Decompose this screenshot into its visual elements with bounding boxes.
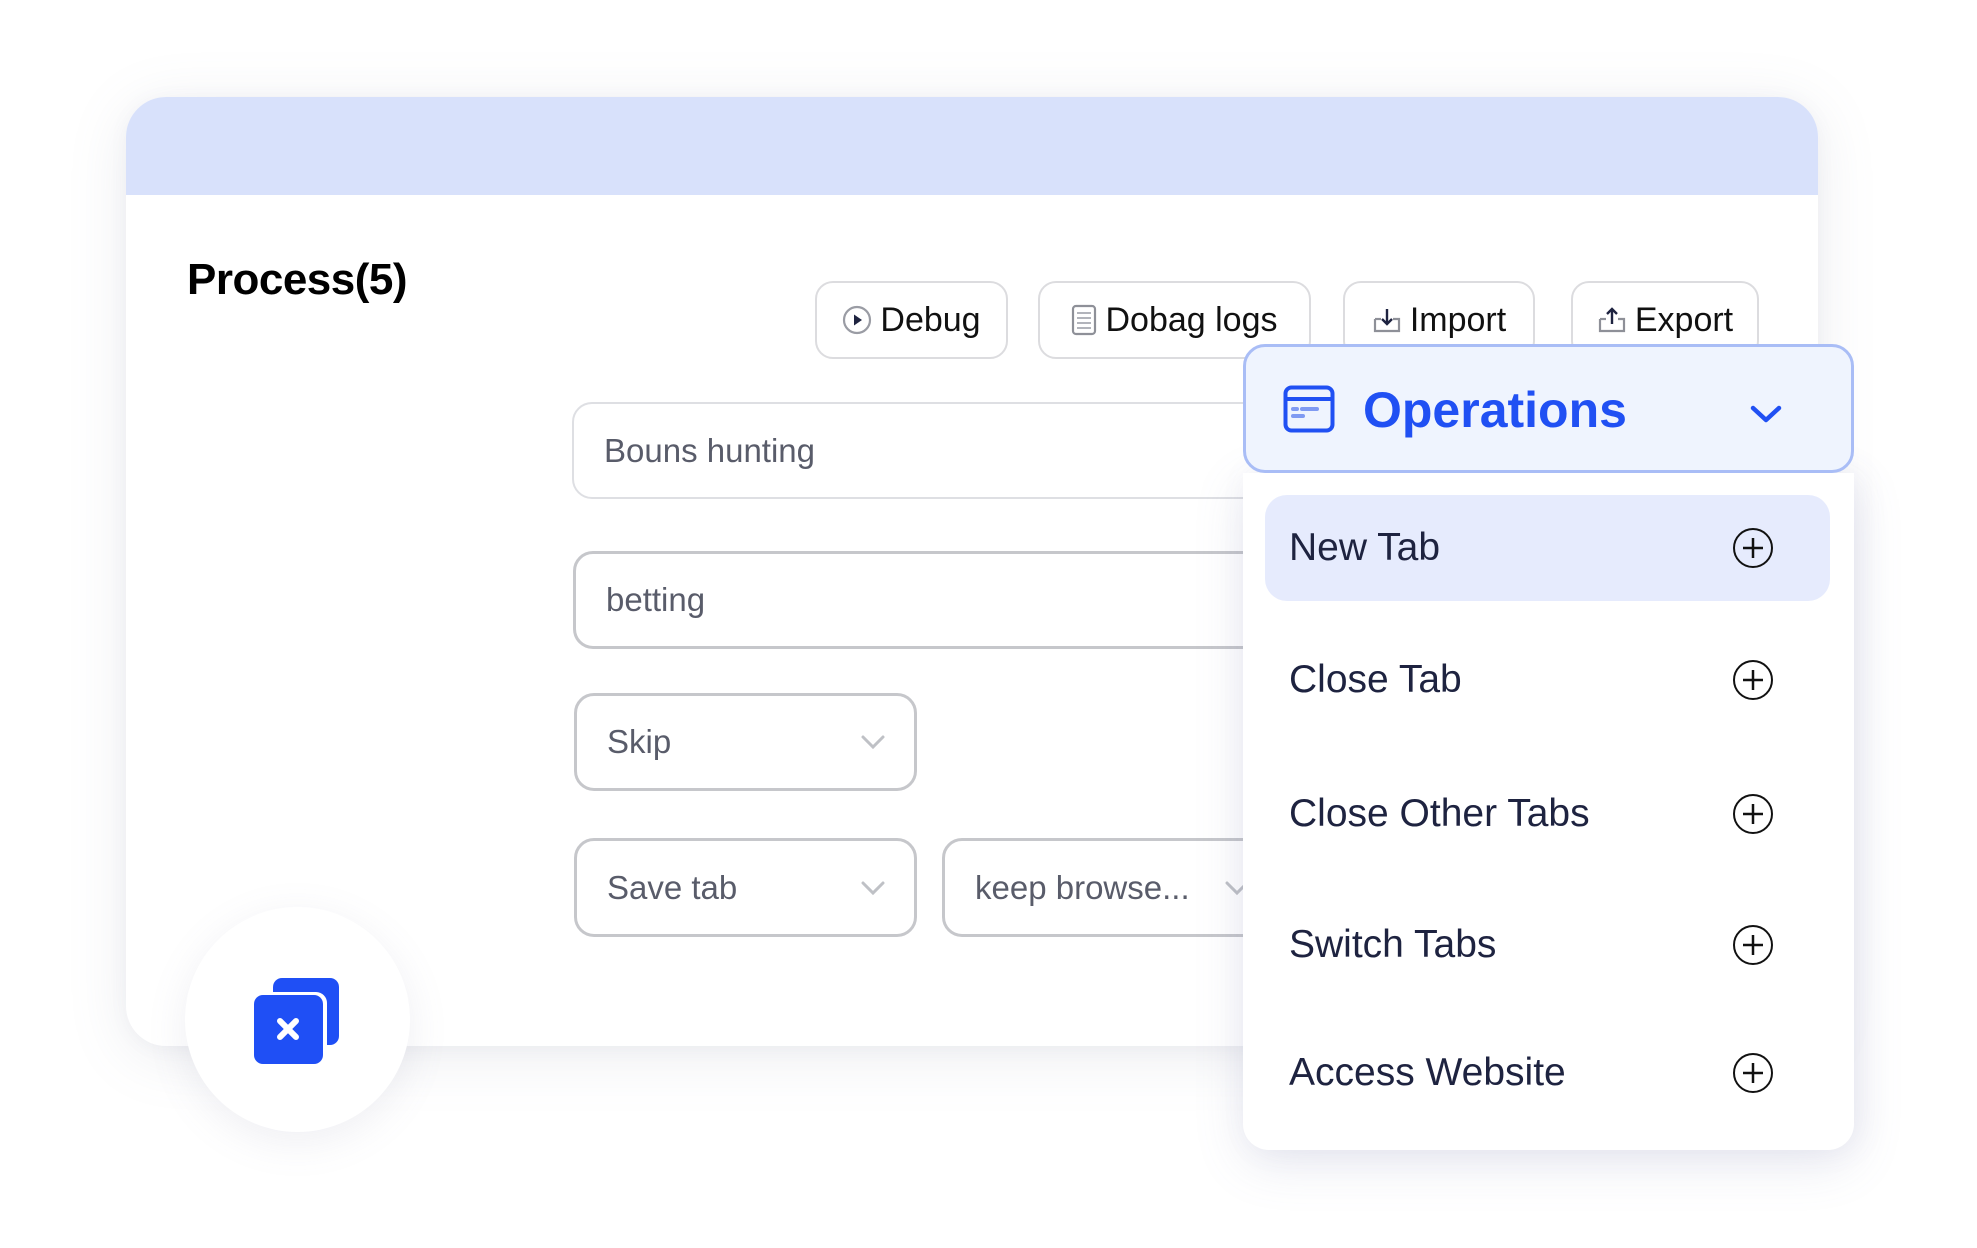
play-circle-icon: [843, 305, 872, 335]
plus-circle-icon[interactable]: [1732, 527, 1774, 569]
keyword-input[interactable]: betting: [573, 551, 1293, 649]
card-header: [126, 97, 1818, 195]
tab-select[interactable]: Save tab: [574, 838, 917, 937]
import-label: Import: [1409, 300, 1507, 339]
menu-item-label: Close Other Tabs: [1289, 792, 1590, 835]
tab-select-value: Save tab: [607, 868, 738, 906]
plus-circle-icon[interactable]: [1732, 924, 1774, 966]
chevron-down-icon: [861, 881, 885, 895]
plus-circle-icon[interactable]: [1732, 659, 1774, 701]
log-list-icon: [1072, 304, 1097, 336]
import-icon: [1373, 309, 1400, 333]
menu-item-label: New Tab: [1289, 526, 1441, 569]
chevron-down-icon: [1750, 405, 1782, 423]
browser-select[interactable]: keep browse...: [942, 838, 1285, 937]
keyword-input-value: betting: [606, 581, 706, 618]
export-icon: [1598, 307, 1625, 333]
close-tabs-icon: [251, 978, 339, 1065]
menu-item-label: Switch Tabs: [1289, 923, 1497, 966]
page-title: Process(5): [187, 255, 408, 304]
menu-item-close-tab[interactable]: Close Tab: [1265, 627, 1830, 733]
menu-item-access-website[interactable]: Access Website: [1265, 1020, 1830, 1126]
chevron-down-icon: [861, 735, 885, 750]
mode-select-value: Skip: [607, 723, 672, 760]
operations-menu: New Tab Close Tab Close Other Tabs Switc…: [1243, 473, 1854, 1150]
close-tabs-fab[interactable]: [185, 907, 410, 1132]
menu-item-label: Access Website: [1289, 1051, 1566, 1094]
debug-label: Debug: [880, 300, 981, 339]
card-icon: [1283, 385, 1335, 433]
plus-circle-icon[interactable]: [1732, 1052, 1774, 1094]
mode-select[interactable]: Skip: [574, 693, 917, 791]
browser-select-value: keep browse...: [975, 868, 1190, 906]
operations-label: Operations: [1363, 382, 1627, 438]
menu-item-close-other-tabs[interactable]: Close Other Tabs: [1265, 761, 1830, 867]
debug-logs-label: Dobag logs: [1105, 300, 1278, 339]
menu-item-label: Close Tab: [1289, 658, 1462, 701]
name-input[interactable]: Bouns hunting: [572, 402, 1292, 499]
debug-button[interactable]: Debug: [815, 281, 1008, 359]
name-input-value: Bouns hunting: [604, 431, 816, 469]
operations-dropdown[interactable]: Operations: [1243, 344, 1854, 473]
export-label: Export: [1634, 300, 1734, 339]
menu-item-new-tab[interactable]: New Tab: [1265, 495, 1830, 601]
plus-circle-icon[interactable]: [1732, 793, 1774, 835]
menu-item-switch-tabs[interactable]: Switch Tabs: [1265, 892, 1830, 998]
